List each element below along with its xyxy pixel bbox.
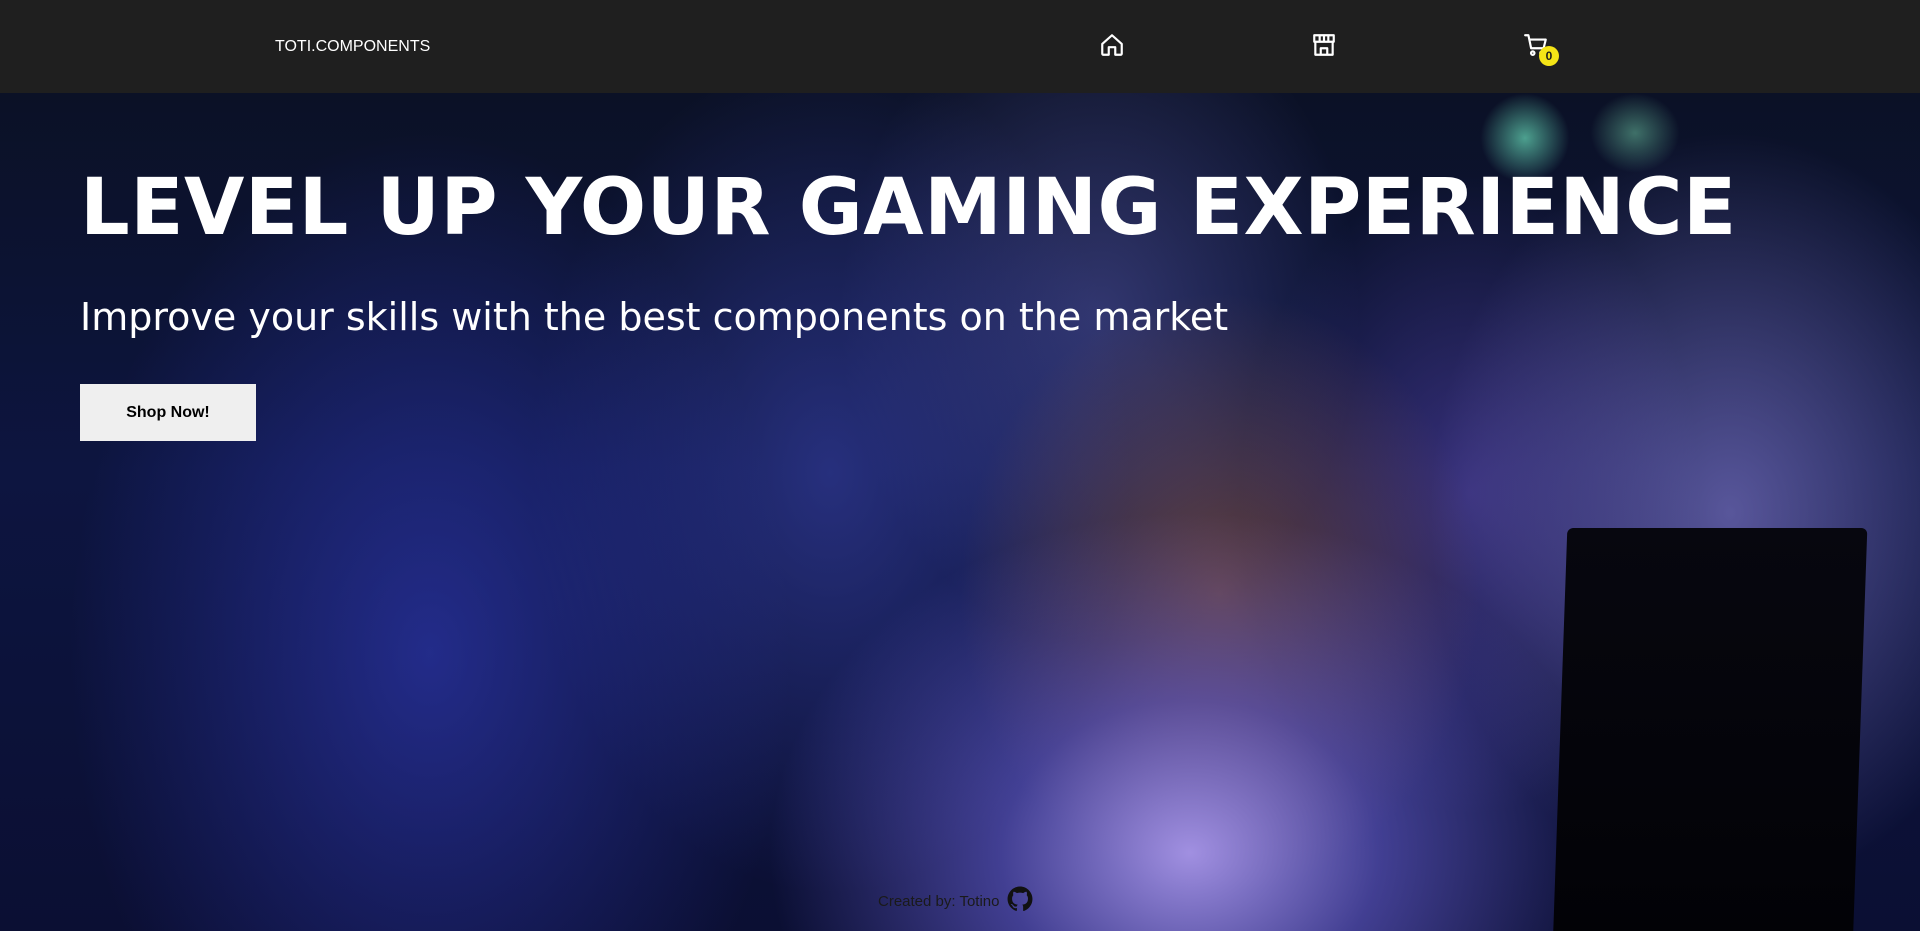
hero-title: LEVEL UP YOUR GAMING EXPERIENCE [80,163,1737,253]
home-icon[interactable] [1099,32,1125,58]
shop-now-button[interactable]: Shop Now! [80,384,256,441]
cart-count-badge: 0 [1539,46,1559,66]
footer-credit-text: Created by: Totino [878,892,1000,910]
hero-subtitle: Improve your skills with the best compon… [80,295,1229,339]
hero-section: LEVEL UP YOUR GAMING EXPERIENCE Improve … [0,93,1920,931]
background-light-glow [1590,93,1680,173]
github-icon[interactable] [1007,886,1033,916]
brand-logo-link[interactable]: TOTI.COMPONENTS [275,38,430,56]
navbar: TOTI.COMPONENTS 0 [0,0,1920,93]
store-icon[interactable] [1311,32,1337,58]
footer-credit: Created by: Totino [878,886,1033,916]
background-monitor-shape [1552,528,1868,931]
